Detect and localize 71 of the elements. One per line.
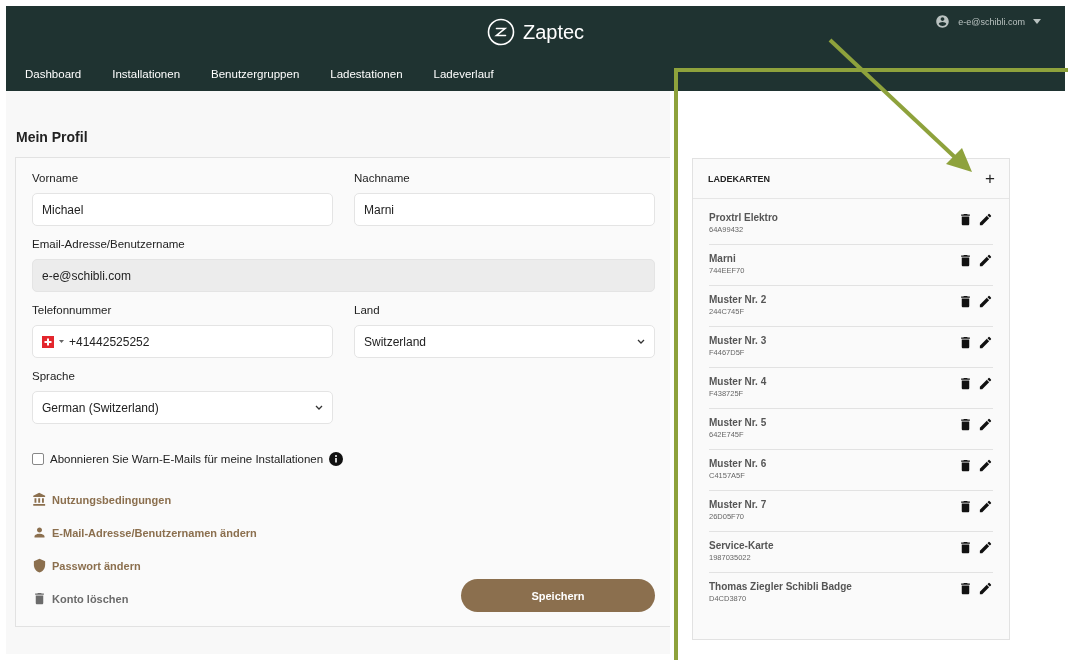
profile-link[interactable]: E-Mail-Adresse/Benutzernamen ändern [52,526,257,539]
phone-field[interactable]: +41442525252 [32,325,333,358]
email-field: e-e@schibli.com [32,259,655,292]
field-label: Telefonnummer [32,304,113,316]
edit-icon [978,212,993,227]
edit-icon [978,540,993,555]
chevron-icon [315,405,323,410]
chevron-icon [637,339,645,344]
delete-icon [958,212,973,227]
logo-icon [486,18,515,46]
account-icon [935,14,951,29]
page-title: Mein Profil [16,129,89,145]
swiss-flag-icon [42,335,54,348]
edit-icon [978,417,993,432]
person-icon [32,525,47,540]
edit-icon [978,294,993,309]
select-field[interactable]: German (Switzerland) [32,391,333,424]
card-name: Marni [709,253,737,264]
card-name: Muster Nr. 3 [709,335,767,346]
edit-icon [978,581,993,596]
field-label: Email-Adresse/Benutzername [32,238,186,250]
edit-icon [978,253,993,268]
edit-icon [978,499,993,514]
delete-icon [958,335,973,350]
card-name: Muster Nr. 7 [709,499,767,510]
delete-icon [958,499,973,514]
field-label: Land [354,304,381,316]
field-label: Nachname [354,172,411,184]
field-label: Vorname [32,172,80,184]
card-name: Muster Nr. 5 [709,417,767,428]
field-label: Sprache [32,370,76,382]
add-button[interactable]: + [985,168,995,189]
profile-link[interactable]: Passwort ändern [52,559,141,572]
card-name: Proxtrl Elektro [709,212,778,223]
delete-icon [958,540,973,555]
edit-icon [978,458,993,473]
trash-icon [32,591,47,606]
delete-icon [958,417,973,432]
text-field[interactable]: Michael [32,193,333,226]
checkbox-label[interactable]: Abonnieren Sie Warn-E-Mails für meine Installationen [50,453,324,465]
select-field[interactable]: Switzerland [354,325,655,358]
nav-link[interactable]: Installationen [112,68,181,80]
card-name: Thomas Ziegler Schibli Badge [709,581,852,592]
save-button[interactable]: Speichern [461,579,655,612]
profile-link[interactable]: Nutzungsbedingungen [52,493,172,506]
caret-icon [1033,19,1041,24]
delete-icon [958,581,973,596]
edit-icon [978,335,993,350]
nav-link[interactable]: Ladeverlauf [433,68,494,80]
info-icon [329,452,344,466]
nav-link[interactable]: Ladestationen [330,68,403,80]
delete-icon [958,376,973,391]
card-name: Muster Nr. 2 [709,294,767,305]
card-name: Service-Karte [709,540,774,551]
text-field[interactable]: Marni [354,193,655,226]
delete-icon [958,294,973,309]
delete-icon [958,458,973,473]
edit-icon [978,376,993,391]
user-menu[interactable]: e-e@schibli.com [935,14,1041,29]
checkbox[interactable] [32,453,44,465]
shield-icon [32,558,47,573]
nav-link[interactable]: Dashboard [25,68,82,80]
brand-name: Zaptec [522,20,585,44]
card-name: Muster Nr. 4 [709,376,767,387]
card-name: Muster Nr. 6 [709,458,767,469]
delete-icon [958,253,973,268]
section-title: LADEKARTEN [708,173,770,184]
caret-icon [59,340,64,343]
profile-link[interactable]: Konto löschen [52,592,129,605]
nav-link[interactable]: Benutzergruppen [211,68,300,80]
terms-icon [32,492,47,507]
